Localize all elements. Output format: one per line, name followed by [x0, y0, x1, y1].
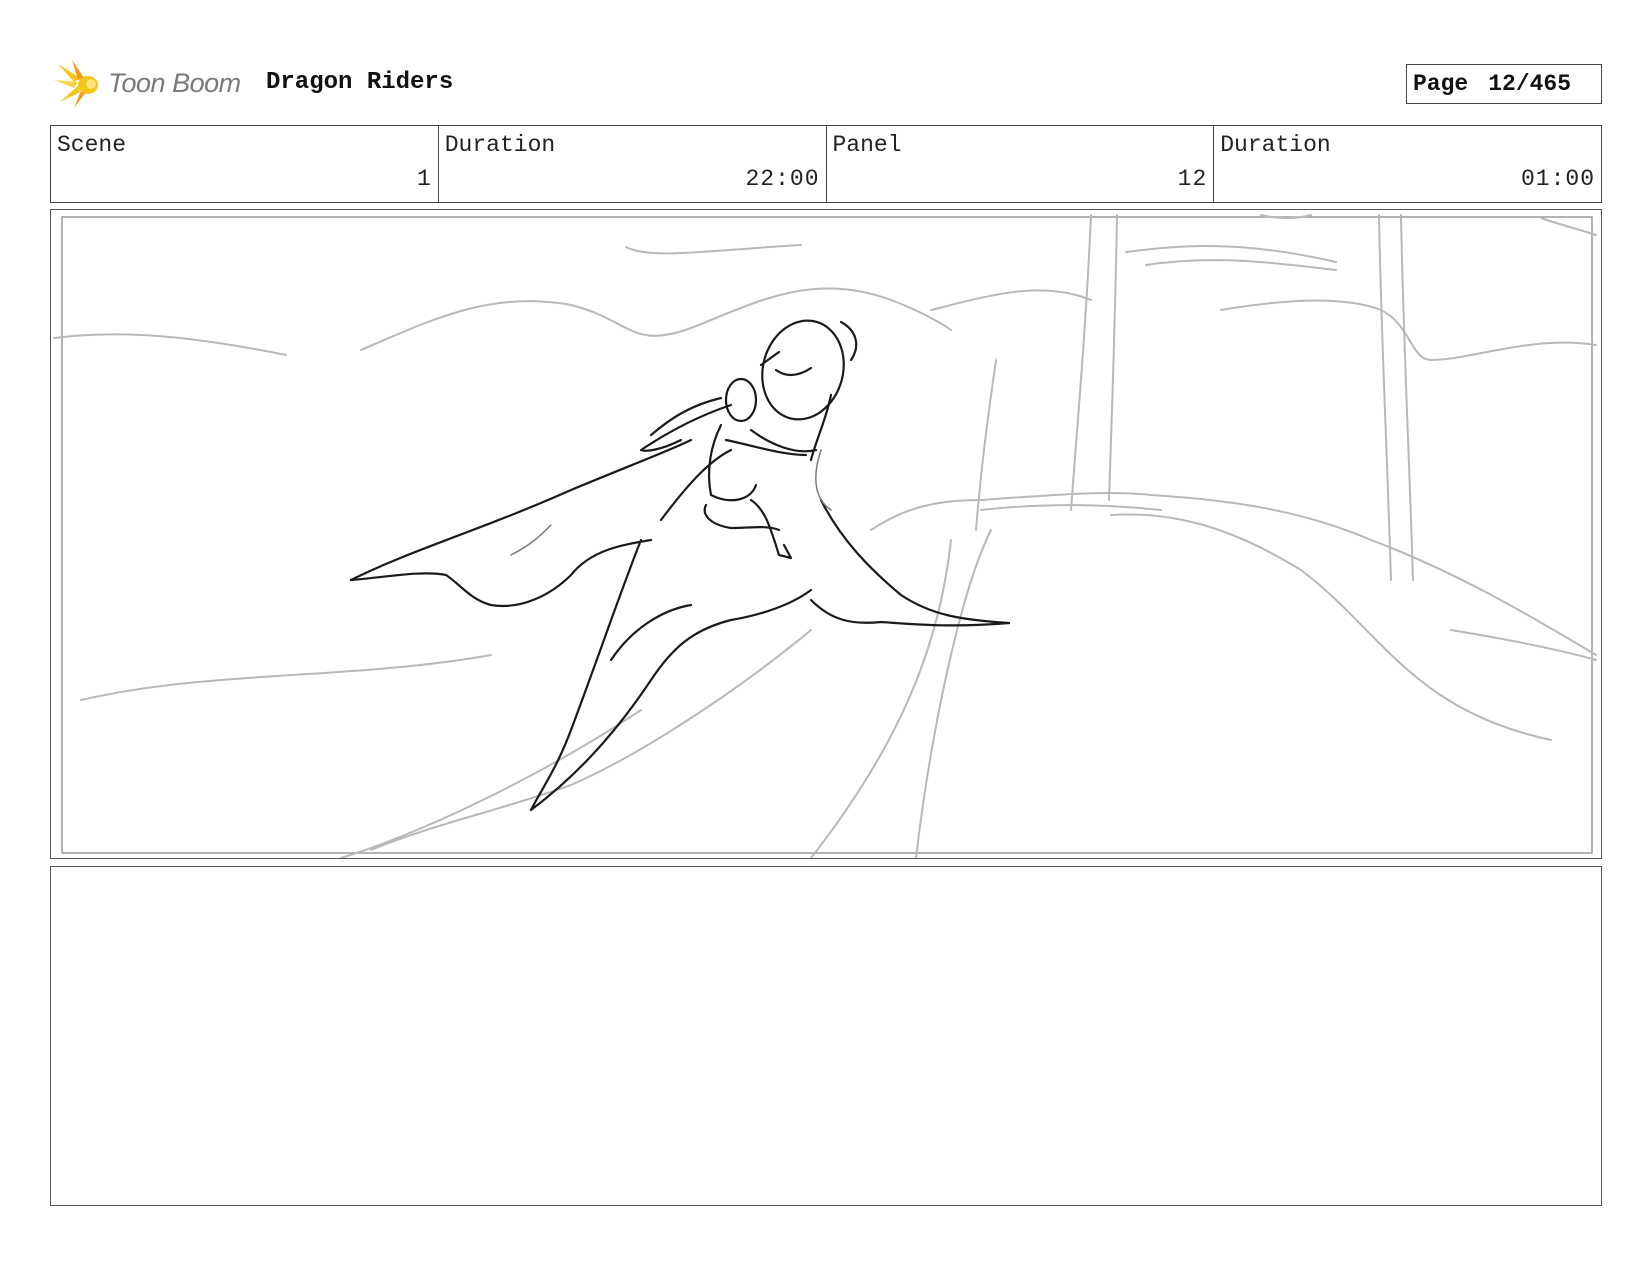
toon-boom-burst-icon — [54, 60, 98, 108]
storyboard-header: Toon Boom Dragon Riders Page 12/465 — [54, 58, 1602, 110]
panel-sketch — [53, 214, 1597, 858]
panel-value: 12 — [1177, 166, 1208, 192]
safe-area-frame — [61, 216, 1593, 854]
scene-label: Scene — [57, 132, 127, 158]
panel-image-frame — [50, 209, 1602, 859]
page-label: Page — [1413, 71, 1469, 97]
page-value: 12/465 — [1488, 71, 1572, 97]
scene-duration-cell: Duration 22:00 — [439, 126, 827, 202]
toon-boom-logo: Toon Boom — [54, 58, 254, 110]
panel-cell: Panel 12 — [827, 126, 1215, 202]
panel-notes-box[interactable] — [50, 866, 1602, 1206]
panel-duration-label: Duration — [1220, 132, 1331, 158]
panel-duration-value: 01:00 — [1520, 166, 1595, 192]
scene-duration-value: 22:00 — [745, 166, 820, 192]
panel-label: Panel — [832, 132, 902, 158]
scene-cell: Scene 1 — [51, 126, 439, 202]
info-row: Scene 1 Duration 22:00 Panel 12 Duration… — [50, 125, 1602, 203]
project-title: Dragon Riders — [266, 69, 454, 96]
page-indicator: Page 12/465 — [1406, 64, 1602, 104]
scene-value: 1 — [416, 166, 432, 192]
panel-duration-cell: Duration 01:00 — [1214, 126, 1601, 202]
scene-duration-label: Duration — [444, 132, 556, 158]
logo-text: Toon Boom — [108, 68, 241, 98]
